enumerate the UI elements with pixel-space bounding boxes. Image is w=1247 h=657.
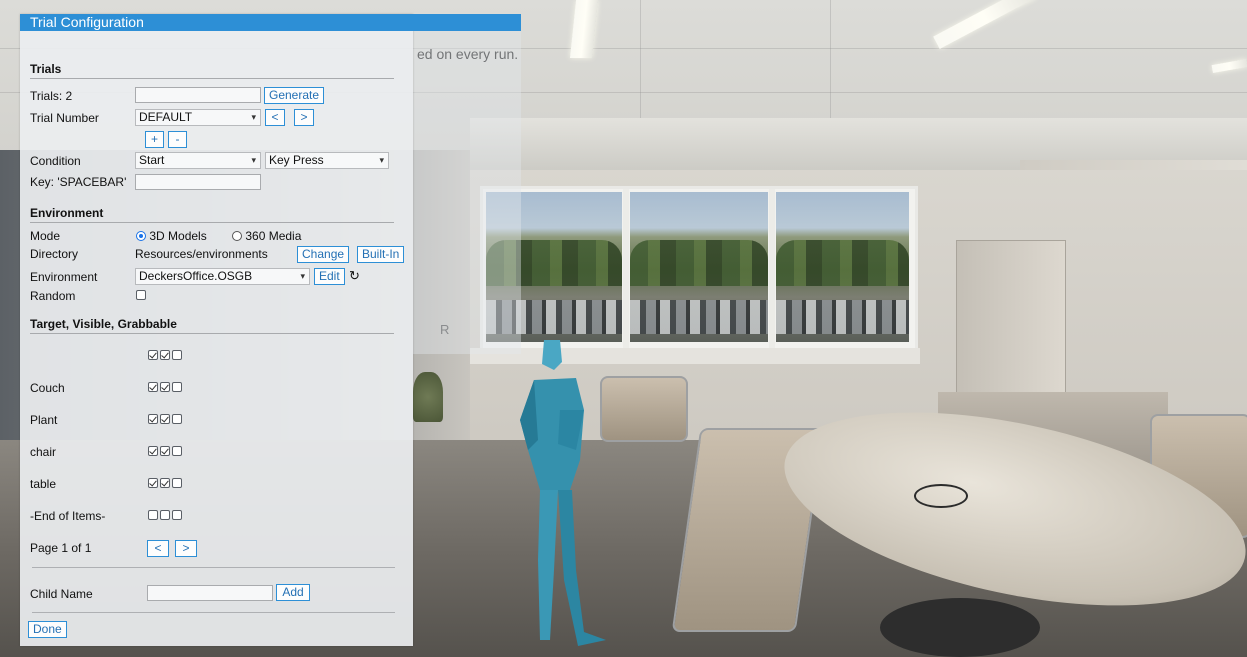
grabbable-checkbox[interactable] (172, 478, 182, 488)
child-name-input[interactable] (147, 585, 273, 601)
builtin-directory-button[interactable]: Built-In (357, 246, 405, 263)
target-item-checkboxes (148, 478, 184, 488)
window (480, 186, 918, 354)
section-trials-title: Trials (30, 62, 394, 79)
trial-number-label: Trial Number (30, 111, 99, 125)
condition-select[interactable]: Start ▾ (135, 152, 261, 169)
target-item-checkboxes (148, 382, 184, 392)
change-directory-button[interactable]: Change (297, 246, 350, 263)
chevron-down-icon: ▾ (251, 112, 256, 122)
page-prev-button[interactable]: < (147, 540, 169, 557)
target-checkbox[interactable] (148, 350, 158, 360)
table-grommet (914, 484, 968, 508)
trials-input[interactable] (135, 87, 261, 103)
grabbable-checkbox[interactable] (172, 414, 182, 424)
condition-value: Start (139, 153, 165, 167)
visible-checkbox[interactable] (160, 478, 170, 488)
target-item-label: Plant (30, 413, 58, 427)
window-pane (630, 192, 768, 342)
key-label: Key: 'SPACEBAR' (30, 175, 127, 189)
environment-value: DeckersOffice.OSGB (139, 269, 253, 283)
visible-checkbox[interactable] (160, 414, 170, 424)
target-item-label: Couch (30, 381, 65, 395)
ceiling-grid-line (830, 0, 831, 118)
chevron-down-icon: ▾ (379, 155, 384, 165)
section-environment-title: Environment (30, 206, 394, 223)
section-targets-title: Target, Visible, Grabbable (30, 317, 394, 334)
child-name-label: Child Name (30, 587, 93, 601)
mode-option-360-label: 360 Media (245, 229, 302, 243)
grabbable-checkbox[interactable] (172, 510, 182, 520)
directory-label: Directory (30, 247, 79, 261)
trial-next-button[interactable]: > (294, 109, 314, 126)
visible-checkbox[interactable] (160, 350, 170, 360)
trial-number-value: DEFAULT (139, 110, 193, 124)
chevron-down-icon: ▾ (300, 271, 305, 281)
mode-label: Mode (30, 229, 61, 243)
plant (413, 372, 443, 422)
mode-option-3d-label: 3D Models (149, 229, 207, 243)
random-checkbox[interactable] (136, 290, 146, 300)
radio-3d-models[interactable] (136, 231, 146, 241)
environment-select[interactable]: DeckersOffice.OSGB ▾ (135, 268, 310, 285)
page-next-button[interactable]: > (175, 540, 197, 557)
visible-checkbox[interactable] (160, 446, 170, 456)
avatar-figure (520, 340, 606, 646)
panel-title[interactable]: Trial Configuration (20, 14, 521, 31)
window-pane (776, 192, 909, 342)
target-item-checkboxes (148, 446, 184, 456)
trial-number-select[interactable]: DEFAULT ▾ (135, 109, 261, 126)
window-mullion (769, 189, 775, 351)
refresh-icon[interactable]: ↻ (349, 268, 360, 284)
grabbable-checkbox[interactable] (172, 446, 182, 456)
trial-configuration-panel: Trial Configuration Trials Trials: 2 Gen… (20, 14, 521, 646)
trial-prev-button[interactable]: < (265, 109, 285, 126)
remove-trial-button[interactable]: - (168, 131, 187, 148)
visible-checkbox[interactable] (160, 510, 170, 520)
chevron-down-icon: ▾ (251, 155, 256, 165)
page-indicator: Page 1 of 1 (30, 541, 92, 555)
target-item-checkboxes (148, 510, 184, 520)
target-checkbox[interactable] (148, 478, 158, 488)
target-item-label: -End of Items- (30, 509, 106, 523)
generate-button[interactable]: Generate (264, 87, 325, 104)
directory-value: Resources/environments (135, 247, 268, 261)
cabinet (956, 240, 1066, 410)
radio-360-media[interactable] (232, 231, 242, 241)
divider (32, 612, 395, 613)
add-trial-button[interactable]: + (145, 131, 164, 148)
key-input[interactable] (135, 174, 261, 190)
ceiling-grid-line (640, 0, 641, 118)
condition-type-select[interactable]: Key Press ▾ (265, 152, 389, 169)
table-base (880, 598, 1040, 657)
add-child-button[interactable]: Add (276, 584, 310, 601)
target-checkbox[interactable] (148, 510, 158, 520)
panel-backdrop (413, 14, 521, 354)
target-checkbox[interactable] (148, 382, 158, 392)
random-label: Random (30, 289, 76, 303)
done-button[interactable]: Done (28, 621, 67, 638)
target-item-label: chair (30, 445, 57, 459)
divider (32, 567, 395, 568)
mode-option-360[interactable]: 360 Media (232, 229, 301, 243)
window-mullion (623, 189, 629, 351)
environment-label: Environment (30, 270, 98, 284)
visible-checkbox[interactable] (160, 382, 170, 392)
target-item-checkboxes (148, 350, 184, 360)
grabbable-checkbox[interactable] (172, 382, 182, 392)
condition-type-value: Key Press (269, 153, 324, 167)
random-checkbox-wrap[interactable] (136, 290, 148, 300)
grabbable-checkbox[interactable] (172, 350, 182, 360)
target-item-checkboxes (148, 414, 184, 424)
target-item-label: table (30, 477, 57, 491)
trials-count-label: Trials: 2 (30, 89, 73, 103)
condition-label: Condition (30, 154, 81, 168)
target-checkbox[interactable] (148, 446, 158, 456)
edit-environment-button[interactable]: Edit (314, 268, 345, 285)
target-checkbox[interactable] (148, 414, 158, 424)
mode-option-3d[interactable]: 3D Models (136, 229, 207, 243)
